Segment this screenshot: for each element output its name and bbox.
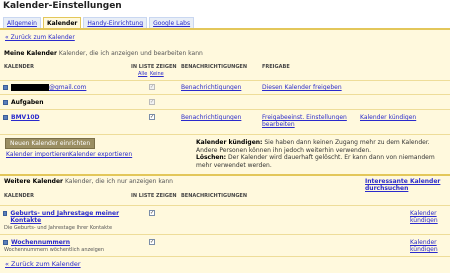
- my-calendars-desc: Kalender, die ich anzeigen und bearbeite…: [58, 50, 203, 57]
- show-in-list-checkbox[interactable]: ✓: [149, 114, 155, 120]
- calendar-row: Wochennummern Wochennummern wöchentlich …: [0, 234, 450, 256]
- other-calendars-title: Weitere Kalender: [4, 178, 64, 185]
- calendar-actions-help: Kalender kündigen: Sie haben dann keinen…: [196, 139, 446, 169]
- divider: [0, 256, 450, 257]
- calendar-description: Wochennummern wöchentlich anzeigen: [4, 247, 105, 253]
- my-calendars-header: Meine Kalender Kalender, die ich anzeige…: [4, 50, 203, 57]
- calendar-label-aufgaben: Aufgaben: [11, 99, 44, 106]
- sharing-settings-link-2[interactable]: bearbeiten: [262, 121, 295, 128]
- export-calendar-link[interactable]: Kalender exportieren: [69, 151, 132, 158]
- browse-interesting-calendars-link[interactable]: Interessante Kalender durchsuchen: [365, 178, 450, 192]
- redacted-name: [11, 84, 49, 91]
- note-loeschen-text: Der Kalender wird dauerhaft gelöscht. Er…: [196, 154, 435, 169]
- calendar-icon: [3, 115, 8, 120]
- my-calendars-title: Meine Kalender: [4, 50, 57, 57]
- calendar-link-gmail[interactable]: @gmail.com: [49, 84, 86, 91]
- calendar-icon: [3, 100, 8, 105]
- calendar-name: Aufgaben: [3, 99, 44, 106]
- select-none-link[interactable]: Keine: [150, 71, 164, 77]
- calendar-row: Aufgaben ✓: [0, 94, 450, 108]
- calendar-icon: [3, 85, 8, 90]
- divider: [0, 134, 450, 135]
- col-benachrichtigungen: BENACHRICHTIGUNGEN: [181, 64, 248, 70]
- calendar-name: BMV10D: [3, 114, 40, 121]
- calendar-row: @gmail.com ✓ Benachrichtigungen Diesen K…: [0, 80, 450, 94]
- calendar-row: BMV10D ✓ Benachrichtigungen Freigabeeins…: [0, 109, 450, 133]
- col-benachrichtigungen: BENACHRICHTIGUNGEN: [181, 193, 248, 199]
- new-calendar-button[interactable]: Neuen Kalender einrichten: [5, 138, 96, 149]
- calendar-icon: [3, 240, 8, 245]
- calendar-icon: [3, 211, 8, 216]
- share-calendar-link[interactable]: Diesen Kalender freigeben: [262, 84, 342, 91]
- page-title: Kalender-Einstellungen: [3, 1, 122, 11]
- col-kalender: KALENDER: [4, 193, 34, 199]
- col-in-liste-zeigen: IN LISTE ZEIGEN: [131, 193, 177, 199]
- other-calendars-desc: Kalender, die ich nur anzeigen kann: [64, 178, 173, 185]
- unsubscribe-calendar-link[interactable]: Kalender kündigen: [360, 114, 416, 121]
- settings-panel: « Zurück zum Kalender Meine Kalender Kal…: [0, 28, 450, 273]
- back-to-calendar-link-bottom[interactable]: « Zurück zum Kalender: [5, 260, 81, 268]
- note-kuendigen-label: Kalender kündigen:: [196, 139, 263, 146]
- show-in-list-checkbox[interactable]: ✓: [149, 210, 155, 216]
- unsubscribe-calendar-link[interactable]: Kalender kündigen: [410, 239, 450, 253]
- sharing-settings-link[interactable]: Freigabeeinst. Einstellungen: [262, 114, 347, 121]
- notifications-link[interactable]: Benachrichtigungen: [181, 84, 241, 91]
- note-loeschen-label: Löschen:: [196, 154, 227, 161]
- col-in-liste-zeigen: IN LISTE ZEIGEN: [131, 64, 177, 70]
- back-to-calendar-link-top[interactable]: « Zurück zum Kalender: [5, 34, 75, 41]
- col-freigabe: FREIGABE: [262, 64, 290, 70]
- import-calendar-link[interactable]: Kalender importieren: [6, 151, 70, 158]
- show-in-list-checkbox: ✓: [149, 84, 155, 90]
- other-calendars-header: Weitere Kalender Kalender, die ich nur a…: [4, 178, 173, 185]
- calendar-description: Die Geburts- und Jahrestage Ihrer Kontak…: [4, 225, 113, 231]
- unsubscribe-calendar-link[interactable]: Kalender kündigen: [410, 210, 450, 224]
- show-in-list-checkbox[interactable]: ✓: [149, 239, 155, 245]
- calendar-link-birthdays[interactable]: Geburts- und Jahrestage meiner Kontakte: [10, 210, 123, 224]
- calendar-name: Wochennummern: [3, 239, 70, 246]
- section-divider: [0, 174, 450, 176]
- calendar-link-week-numbers[interactable]: Wochennummern: [11, 239, 70, 246]
- calendar-name: @gmail.com: [3, 84, 86, 91]
- calendar-link-bmv10d[interactable]: BMV10D: [11, 114, 40, 121]
- calendar-name: Geburts- und Jahrestage meiner Kontakte: [3, 210, 123, 224]
- col-kalender: KALENDER: [4, 64, 34, 70]
- show-in-list-checkbox: ✓: [149, 99, 155, 105]
- select-all-link[interactable]: Alle: [138, 71, 147, 77]
- calendar-row: Geburts- und Jahrestage meiner Kontakte …: [0, 205, 450, 233]
- notifications-link[interactable]: Benachrichtigungen: [181, 114, 241, 121]
